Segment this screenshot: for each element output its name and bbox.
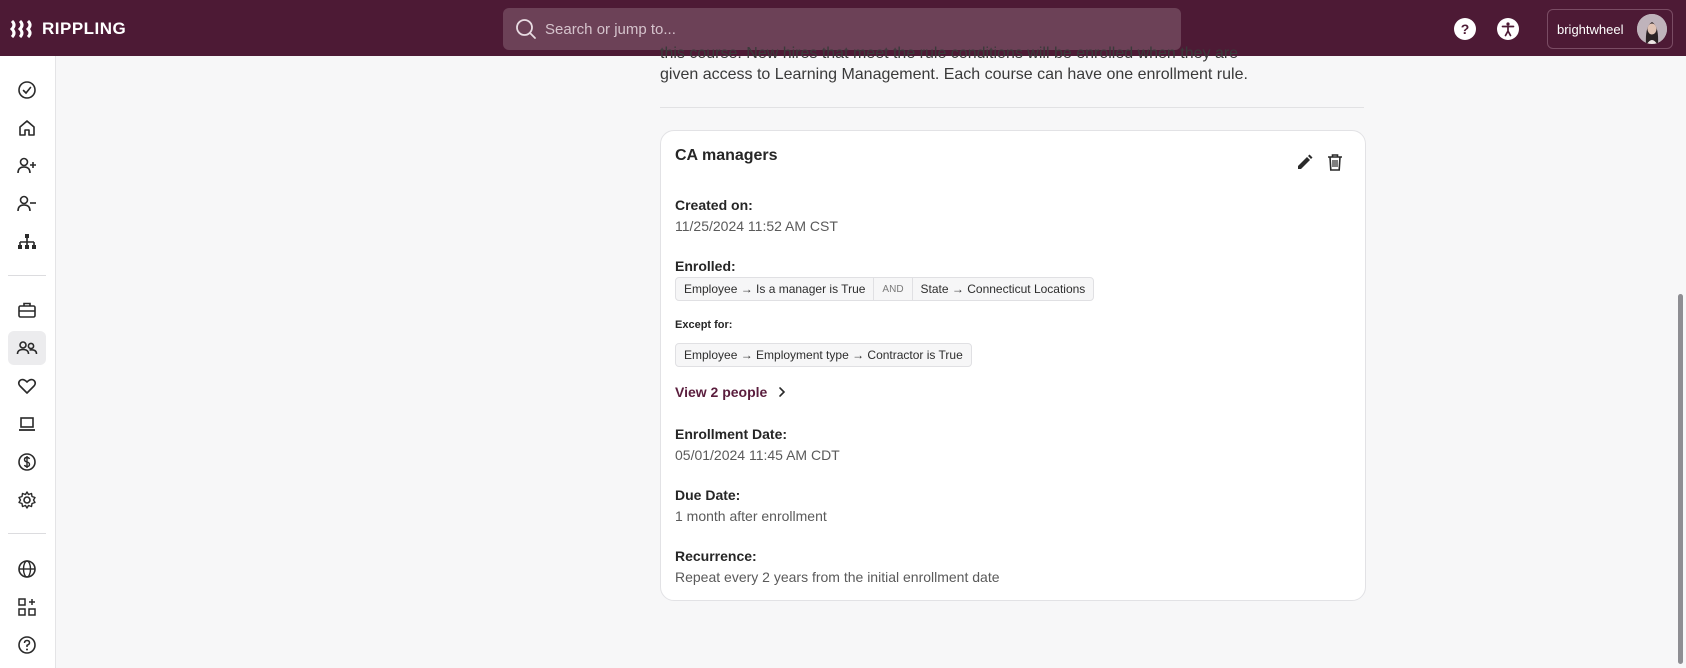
apps-add-icon xyxy=(18,598,36,616)
pencil-icon xyxy=(1298,154,1313,169)
sidebar-item-home[interactable] xyxy=(8,111,46,145)
heart-icon xyxy=(17,378,37,394)
settings-icon xyxy=(18,491,36,509)
condition-chip: Employee → Is a manager is True xyxy=(684,282,866,296)
view-people-link[interactable]: View 2 people xyxy=(675,384,787,400)
sidebar-item-org-chart[interactable] xyxy=(8,225,46,259)
help-icon xyxy=(18,636,36,654)
rule-title: CA managers xyxy=(675,147,778,164)
search-icon xyxy=(516,19,536,39)
sidebar-item-tasks[interactable] xyxy=(8,73,46,107)
sidebar-item-app-shop[interactable] xyxy=(8,590,46,624)
trash-icon xyxy=(1328,154,1342,171)
remove-person-icon xyxy=(17,195,36,212)
sidebar-item-terminate[interactable] xyxy=(8,187,46,221)
brand-name: RIPPLING xyxy=(42,19,127,38)
check-circle-icon xyxy=(18,81,36,99)
sidebar-item-people[interactable] xyxy=(8,331,46,365)
rippling-mark-icon xyxy=(10,20,32,38)
except-conditions: Employee → Employment type → Contractor … xyxy=(675,343,972,367)
org-chart-icon xyxy=(18,234,36,249)
enrollment-date-value: 05/01/2024 11:45 AM CDT xyxy=(675,447,840,463)
created-on-label: Created on: xyxy=(675,197,753,213)
avatar-photo-icon xyxy=(1637,14,1667,44)
due-date-value: 1 month after enrollment xyxy=(675,508,827,524)
help-button[interactable]: ? xyxy=(1454,18,1476,40)
description-line: given access to Learning Management. Eac… xyxy=(660,66,1248,83)
view-people-label: View 2 people xyxy=(675,384,768,400)
delete-rule-button[interactable] xyxy=(1324,151,1346,173)
sidebar-divider xyxy=(8,275,46,276)
edit-rule-button[interactable] xyxy=(1294,151,1316,173)
avatar xyxy=(1637,14,1667,44)
created-on-value: 11/25/2024 11:52 AM CST xyxy=(675,218,838,234)
search-input[interactable] xyxy=(545,20,1145,38)
enrollment-rules-description: this course. New hires that meet the rul… xyxy=(660,43,1300,85)
dollar-icon xyxy=(18,453,36,471)
enrolled-conditions: Employee → Is a manager is True AND Stat… xyxy=(675,277,1095,301)
scrollbar[interactable] xyxy=(1678,294,1683,664)
accessibility-icon xyxy=(1501,22,1515,37)
sidebar-item-global[interactable] xyxy=(8,552,46,586)
enrolled-label: Enrolled: xyxy=(675,258,736,274)
except-for-label: Except for: xyxy=(675,319,733,331)
section-divider xyxy=(660,107,1364,108)
home-icon xyxy=(19,120,35,136)
sidebar-item-benefits[interactable] xyxy=(8,369,46,403)
sidebar-item-payroll[interactable] xyxy=(8,445,46,479)
people-icon xyxy=(16,341,38,355)
recurrence-label: Recurrence: xyxy=(675,548,757,564)
sidebar-item-devices[interactable] xyxy=(8,407,46,441)
sidebar-item-help[interactable] xyxy=(8,628,46,662)
sidebar-item-jobs[interactable] xyxy=(8,293,46,327)
sidebar-item-hire[interactable] xyxy=(8,149,46,183)
enrollment-date-label: Enrollment Date: xyxy=(675,426,788,442)
help-icon: ? xyxy=(1460,21,1470,37)
condition-operator: AND xyxy=(873,278,911,300)
due-date-label: Due Date: xyxy=(675,487,741,503)
rippling-logo[interactable]: RIPPLING xyxy=(10,17,126,41)
sidebar-divider xyxy=(8,533,46,534)
laptop-icon xyxy=(19,417,35,431)
account-switcher[interactable]: brightwheel xyxy=(1547,9,1673,49)
add-person-icon xyxy=(17,157,36,174)
sidebar xyxy=(0,56,56,668)
accessibility-button[interactable] xyxy=(1497,18,1519,40)
recurrence-value: Repeat every 2 years from the initial en… xyxy=(675,569,1000,585)
account-name: brightwheel xyxy=(1557,21,1624,37)
globe-icon xyxy=(18,560,36,578)
enrollment-rule-card: CA managers Created on: 11/25/2024 11:52… xyxy=(660,130,1366,601)
sidebar-item-settings[interactable] xyxy=(8,483,46,517)
chevron-right-icon xyxy=(779,387,786,397)
briefcase-icon xyxy=(18,302,36,318)
condition-chip: State → Connecticut Locations xyxy=(911,278,1094,300)
condition-chip: Employee → Employment type → Contractor … xyxy=(684,348,963,362)
description-line: this course. New hires that meet the rul… xyxy=(660,45,1239,62)
